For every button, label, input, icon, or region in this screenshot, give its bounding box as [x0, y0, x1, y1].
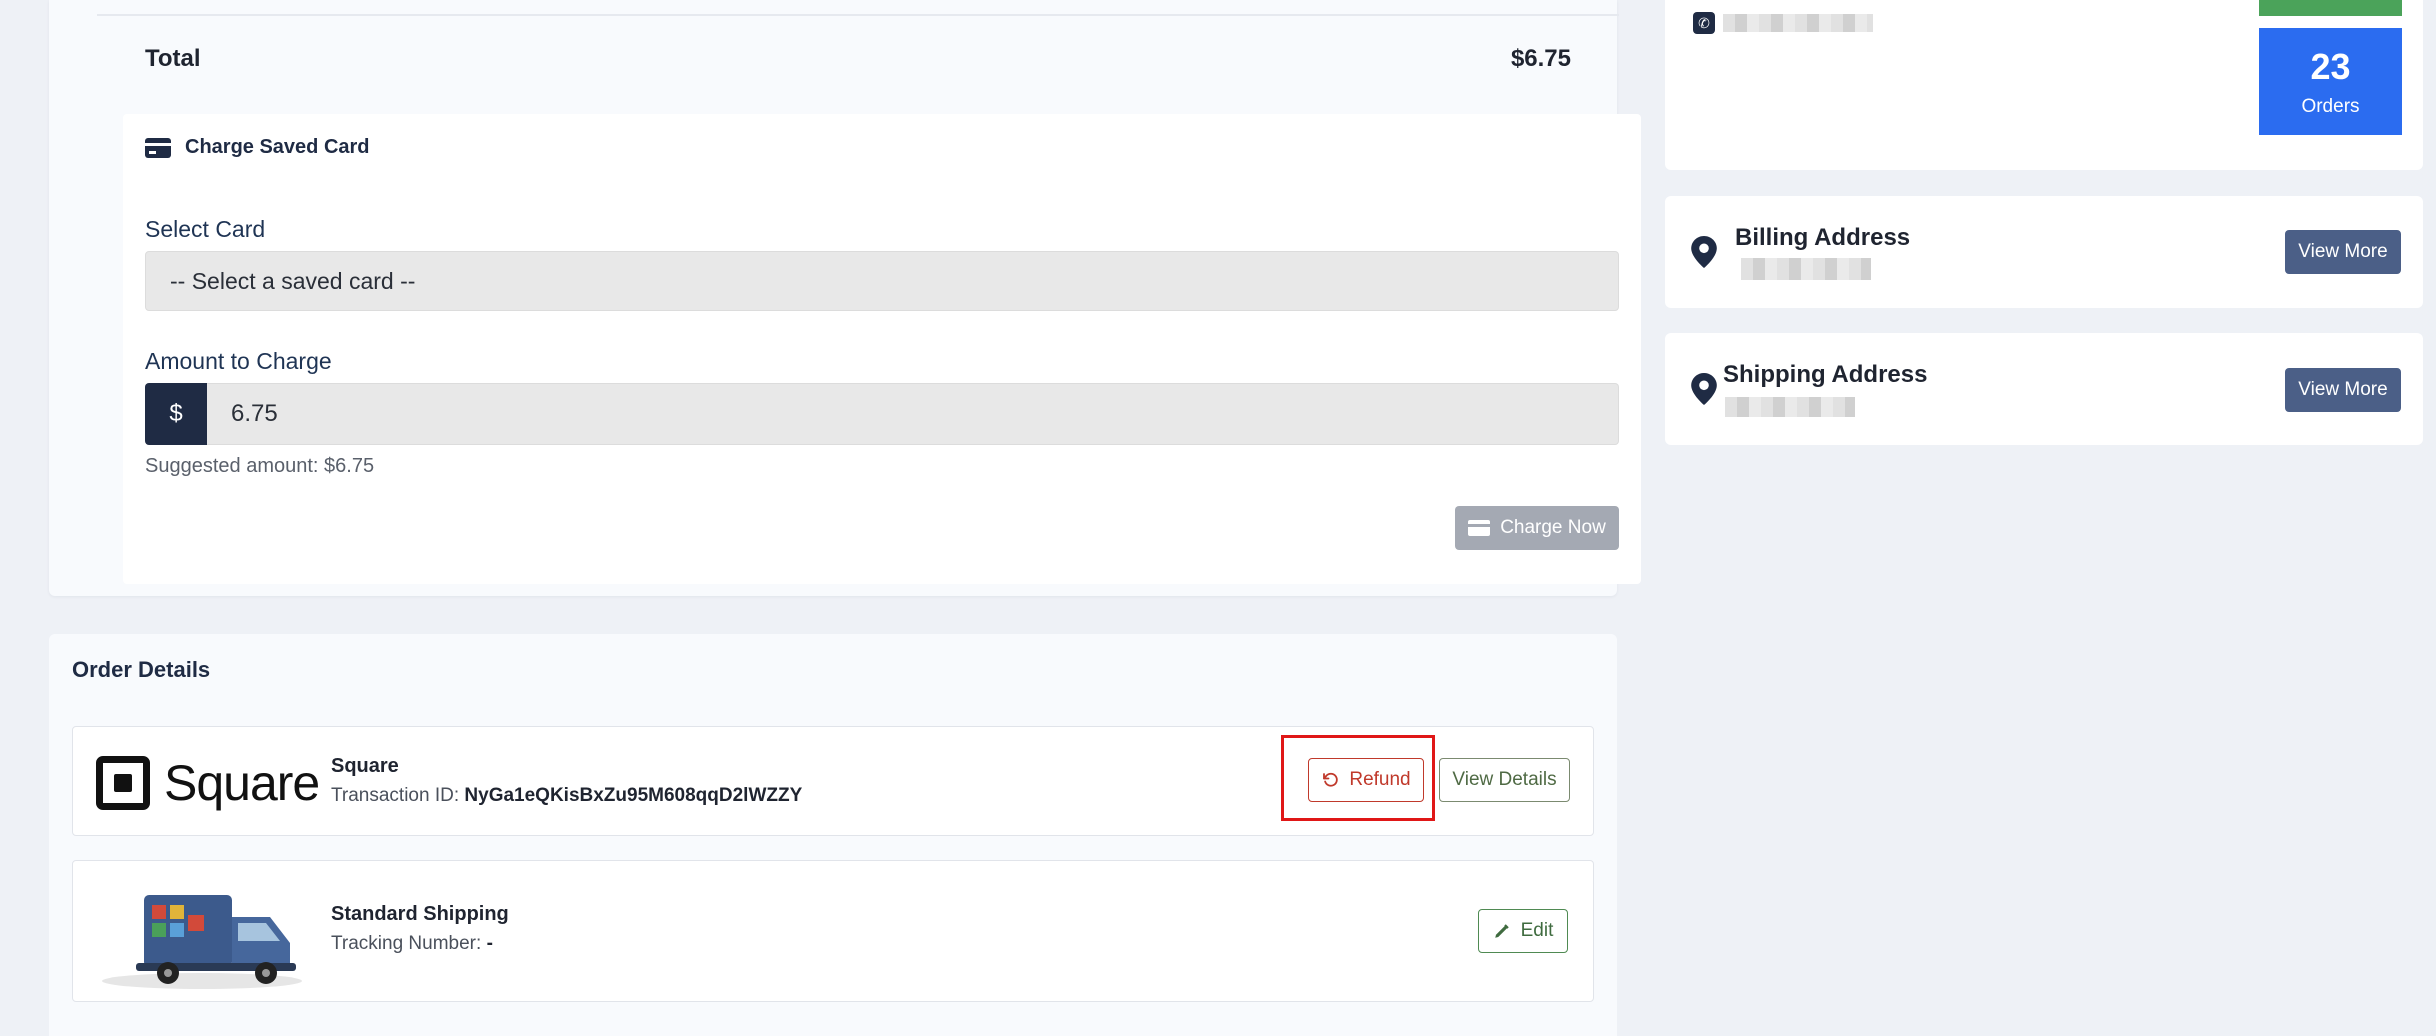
transaction-id-value: NyGa1eQKisBxZu95M608qqD2lWZZY	[464, 785, 803, 806]
transaction-id: Transaction ID: NyGa1eQKisBxZu95M608qqD2…	[331, 785, 802, 807]
credit-card-icon	[145, 137, 171, 158]
tracking-number-label: Tracking Number:	[331, 933, 482, 954]
redacted-billing-address	[1741, 258, 1871, 280]
order-details-card: Order Details Square Square Transaction …	[49, 634, 1617, 1036]
billing-view-more-button[interactable]: View More	[2285, 230, 2401, 274]
saved-card-select[interactable]: -- Select a saved card --	[145, 251, 1619, 311]
payment-summary-card: Total $6.75 Charge Saved Card Select Car…	[49, 0, 1641, 596]
billing-address-title: Billing Address	[1735, 224, 1911, 251]
suggested-amount-hint: Suggested amount: $6.75	[145, 455, 375, 477]
tracking-number: Tracking Number: -	[331, 933, 493, 955]
status-strip	[2259, 0, 2402, 16]
total-label: Total	[145, 45, 201, 72]
phone-icon: ✆	[1693, 12, 1715, 34]
orders-label: Orders	[2301, 95, 2360, 117]
transaction-id-label: Transaction ID:	[331, 785, 460, 806]
square-logo: Square	[96, 754, 320, 812]
location-pin-icon	[1691, 236, 1717, 268]
view-details-button[interactable]: View Details	[1439, 758, 1570, 802]
total-value: $6.75	[1510, 45, 1571, 72]
square-logo-icon	[96, 756, 150, 810]
shipping-row: Standard Shipping Tracking Number: - Edi…	[72, 860, 1594, 1002]
credit-card-icon	[1468, 520, 1491, 536]
total-row: Total $6.75	[97, 14, 1619, 102]
edit-label: Edit	[1520, 920, 1554, 941]
refund-highlight-annotation	[1281, 735, 1435, 821]
orders-count: 23	[2310, 45, 2351, 87]
charge-header: Charge Saved Card	[145, 136, 370, 159]
redacted-shipping-address	[1725, 397, 1855, 417]
payment-provider-name: Square	[331, 755, 399, 777]
order-details-title: Order Details	[72, 657, 211, 682]
location-pin-icon	[1691, 373, 1717, 405]
amount-input-group: $ 6.75	[145, 383, 1619, 445]
redacted-phone	[1723, 14, 1873, 32]
delivery-truck-image	[102, 895, 302, 989]
tracking-number-value: -	[486, 933, 493, 954]
shipping-method-name: Standard Shipping	[331, 903, 509, 925]
page-root: Total $6.75 Charge Saved Card Select Car…	[0, 0, 2436, 1036]
shipping-address-card: Shipping Address View More	[1665, 333, 2423, 445]
orders-count-badge[interactable]: 23 Orders	[2259, 28, 2402, 135]
square-logo-text: Square	[164, 755, 320, 811]
amount-input-value: 6.75	[231, 400, 278, 427]
view-details-label: View Details	[1452, 769, 1557, 790]
billing-address-card: Billing Address View More	[1665, 196, 2423, 308]
saved-card-select-value: -- Select a saved card --	[170, 267, 416, 294]
charge-now-label: Charge Now	[1500, 517, 1606, 538]
pencil-icon	[1494, 924, 1509, 938]
charge-now-button[interactable]: Charge Now	[1455, 506, 1619, 550]
shipping-view-more-button[interactable]: View More	[2285, 368, 2401, 412]
charge-title: Charge Saved Card	[185, 136, 370, 158]
view-more-label: View More	[2298, 241, 2388, 262]
select-card-label: Select Card	[145, 216, 266, 242]
amount-input[interactable]: 6.75	[207, 383, 1619, 445]
shipping-address-title: Shipping Address	[1723, 361, 1928, 388]
currency-prefix: $	[145, 383, 207, 445]
amount-label: Amount to Charge	[145, 348, 332, 374]
edit-shipping-button[interactable]: Edit	[1478, 909, 1568, 953]
customer-contact-card: ✆ 23 Orders	[1665, 0, 2423, 170]
view-more-label: View More	[2298, 379, 2388, 400]
charge-saved-card-panel: Charge Saved Card Select Card -- Select …	[123, 114, 1641, 584]
